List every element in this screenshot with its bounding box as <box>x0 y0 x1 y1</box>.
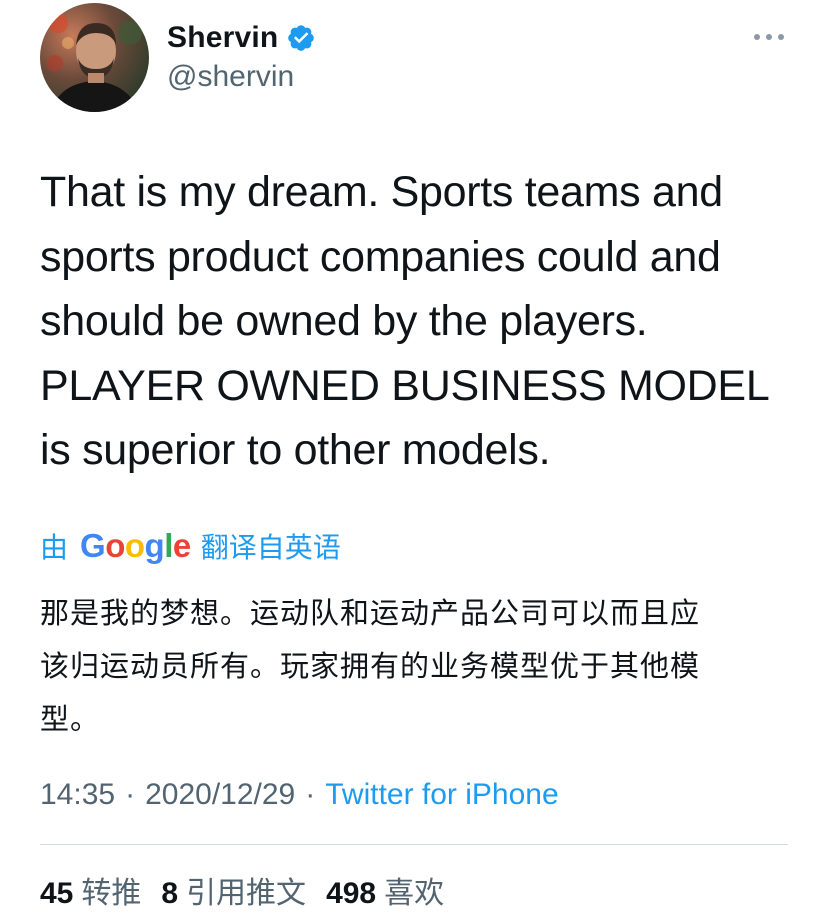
translated-text: 那是我的梦想。运动队和运动产品公司可以而且应 该归运动员所有。玩家拥有的业务模型… <box>40 588 770 747</box>
tweet-text-line: should be owned by the players. <box>40 297 648 345</box>
tweet-time[interactable]: 14:35 <box>40 778 115 812</box>
tweet-text-line: is superior to other models. <box>40 426 551 474</box>
likes-count: 498 <box>326 877 377 910</box>
author-handle[interactable]: @shervin <box>167 60 294 94</box>
divider <box>40 844 788 845</box>
translation-attribution[interactable]: 由 Google 翻译自英语 <box>40 524 341 568</box>
tweet-text-line: sports product companies could and <box>40 232 721 281</box>
tweet-stats: 45 转推 8 引用推文 498 喜欢 <box>40 868 464 912</box>
likes-stat[interactable]: 498 喜欢 <box>326 868 464 912</box>
more-horizontal-icon[interactable] <box>752 30 786 44</box>
translated-text-line: 那是我的梦想。运动队和运动产品公司可以而且应 <box>40 598 701 630</box>
quotes-label: 引用推文 <box>186 877 307 910</box>
tweet-date[interactable]: 2020/12/29 <box>145 778 295 812</box>
avatar-image <box>40 3 149 112</box>
retweets-count: 45 <box>40 877 74 910</box>
tweet-meta: 14:35 · 2020/12/29 · Twitter for iPhone <box>40 778 559 812</box>
meta-separator: · <box>305 778 316 811</box>
retweets-label: 转推 <box>81 877 142 910</box>
quotes-stat[interactable]: 8 引用推文 <box>161 868 326 912</box>
retweets-stat[interactable]: 45 转推 <box>40 868 161 912</box>
quotes-count: 8 <box>161 877 179 910</box>
likes-label: 喜欢 <box>384 877 445 910</box>
avatar[interactable] <box>40 3 149 112</box>
author-display-name[interactable]: Shervin <box>167 21 278 55</box>
meta-separator: · <box>125 778 136 811</box>
tweet-text-line: That is my dream. Sports teams and <box>40 168 723 216</box>
translation-suffix: 翻译自英语 <box>200 532 341 563</box>
translated-text-line: 该归运动员所有。玩家拥有的业务模型优于其他模 <box>40 651 701 683</box>
author-name-row[interactable]: Shervin <box>167 18 316 58</box>
translation-prefix: 由 <box>40 532 69 563</box>
tweet-text: That is my dream. Sports teams and sport… <box>40 160 810 483</box>
tweet-source-link[interactable]: Twitter for iPhone <box>325 778 558 812</box>
google-logo: Google <box>80 527 191 564</box>
tweet-text-line: PLAYER OWNED BUSINESS MODEL <box>40 361 770 410</box>
translated-text-line: 型。 <box>40 704 101 736</box>
verified-badge-icon <box>288 25 315 51</box>
